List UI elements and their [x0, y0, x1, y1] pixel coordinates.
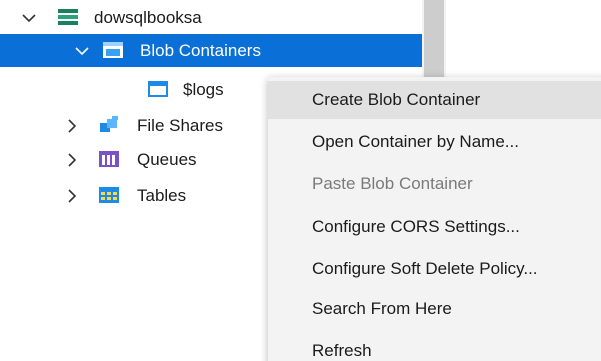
tree-item-storage-account[interactable]: dowsqlbooksa	[0, 1, 422, 34]
chevron-right-icon[interactable]	[63, 117, 81, 135]
table-icon	[99, 187, 119, 203]
tree-item-label: $logs	[183, 80, 224, 99]
chevron-right-icon[interactable]	[63, 151, 81, 169]
tree-item-label: Tables	[137, 186, 187, 205]
menu-item-configure-soft-delete-policy[interactable]: Configure Soft Delete Policy...	[268, 250, 601, 288]
file-share-icon	[100, 116, 118, 132]
menu-item-paste-blob-container: Paste Blob Container	[268, 165, 601, 203]
menu-item-open-container-by-name[interactable]: Open Container by Name...	[268, 123, 601, 161]
menu-item-label: Create Blob Container	[312, 90, 481, 109]
tree-item-label: Blob Containers	[140, 41, 261, 60]
menu-item-configure-cors-settings[interactable]: Configure CORS Settings...	[268, 208, 601, 246]
menu-item-create-blob-container[interactable]: Create Blob Container	[268, 81, 601, 119]
container-icon	[148, 81, 168, 97]
menu-item-refresh[interactable]: Refresh	[268, 332, 601, 361]
tree-item-label: File Shares	[137, 116, 223, 135]
blob-container-icon	[103, 42, 123, 58]
tree-item-label: dowsqlbooksa	[94, 8, 202, 27]
menu-item-label: Refresh	[312, 341, 372, 360]
menu-item-label: Configure Soft Delete Policy...	[312, 259, 538, 278]
storage-account-icon	[58, 9, 78, 25]
menu-item-label: Search From Here	[312, 299, 452, 318]
tree-item-blob-containers[interactable]: Blob Containers	[0, 34, 422, 67]
menu-item-label: Open Container by Name...	[312, 132, 519, 151]
menu-item-label: Configure CORS Settings...	[312, 217, 520, 236]
chevron-right-icon[interactable]	[63, 187, 81, 205]
tree-item-label: Queues	[137, 150, 197, 169]
chevron-down-icon[interactable]	[73, 42, 91, 60]
menu-item-search-from-here[interactable]: Search From Here	[268, 290, 601, 328]
explorer-window: dowsqlbooksa Blob Containers $logs File …	[0, 0, 601, 361]
queue-icon	[99, 151, 119, 167]
chevron-down-icon[interactable]	[20, 9, 38, 27]
menu-item-label: Paste Blob Container	[312, 174, 473, 193]
context-menu: Create Blob Container Open Container by …	[268, 77, 601, 361]
